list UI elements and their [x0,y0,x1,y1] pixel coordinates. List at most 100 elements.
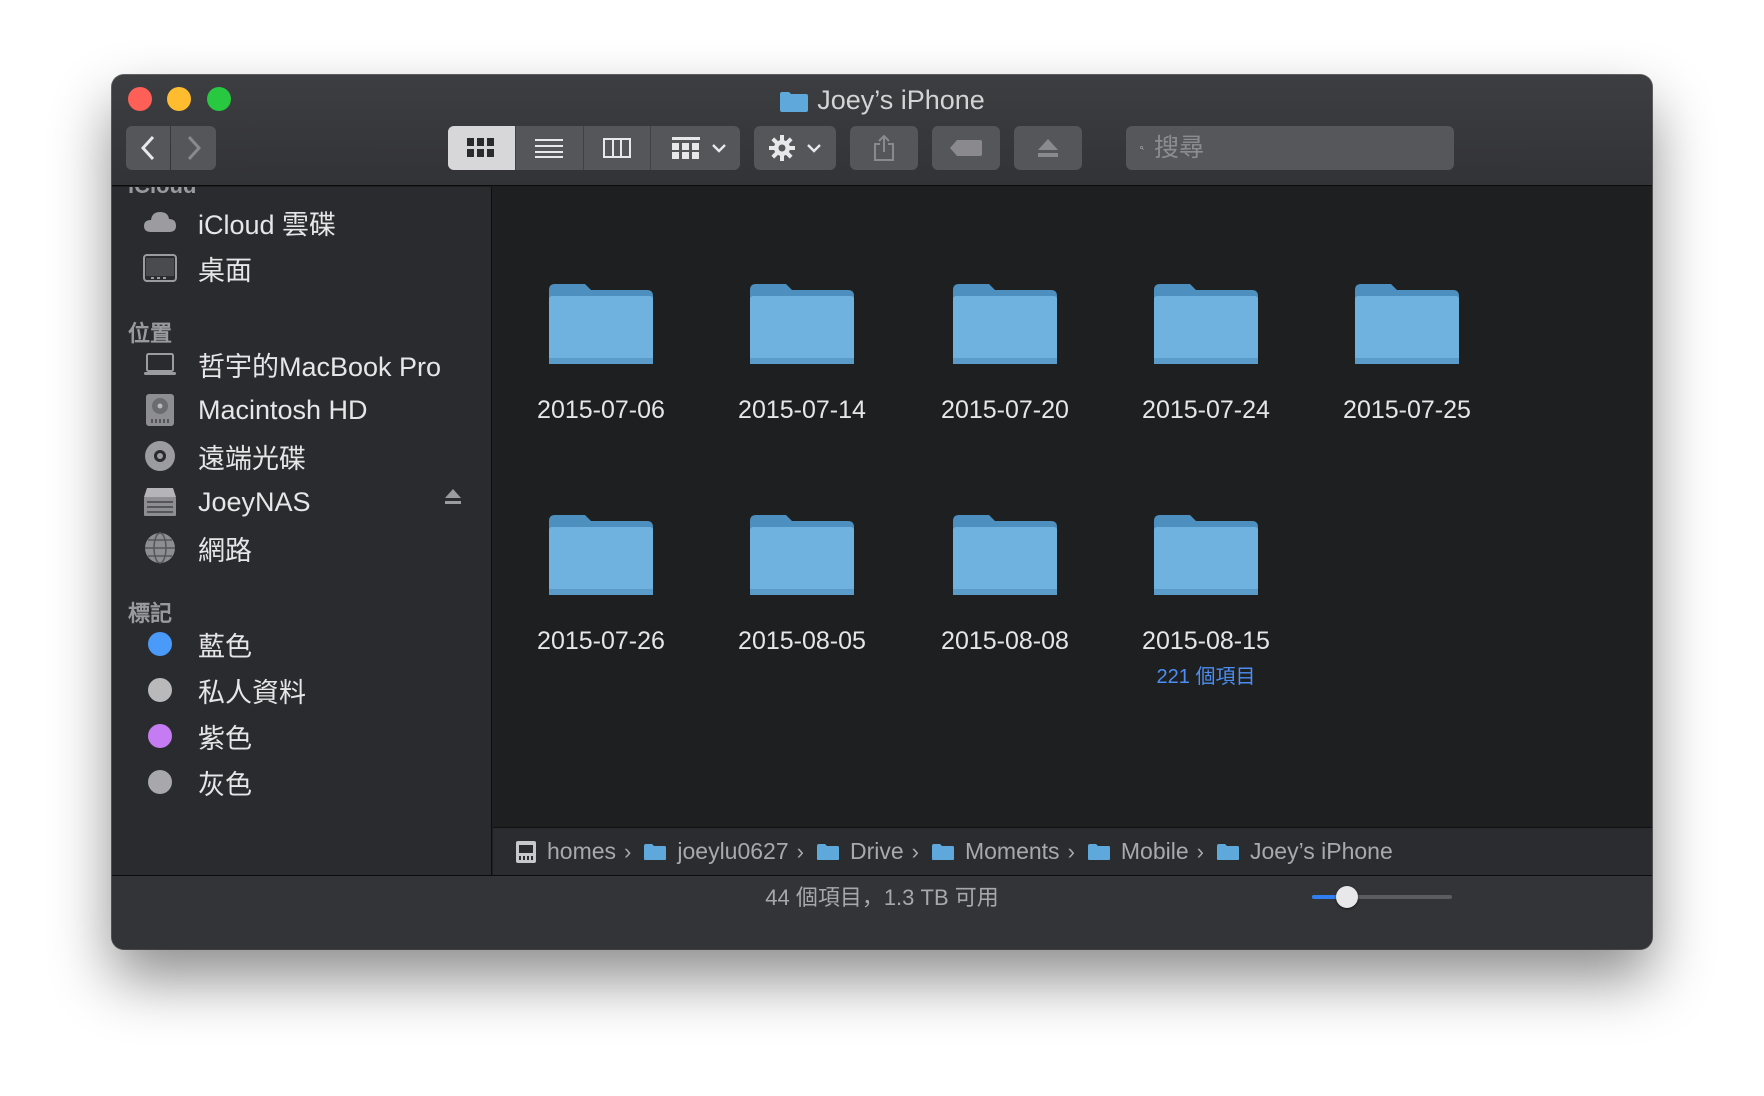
folder-item[interactable]: 2015-06-29 [501,187,701,194]
path-crumb[interactable]: joeylu0627 › [643,838,816,865]
sidebar-item-network[interactable]: 網路 [142,526,482,570]
folder-item[interactable]: 2015-08-05 [702,511,902,656]
eject-icon[interactable] [444,488,462,510]
path-crumb[interactable]: Moments › [931,838,1087,865]
path-crumb-label: Moments [964,838,1060,864]
folder-item[interactable]: 2015-07-26 [501,511,701,656]
toolbar: Joey’s iPhone [112,75,1652,186]
path-crumb[interactable]: Mobile › [1087,838,1216,865]
sidebar-item-joeynas[interactable]: JoeyNAS [142,480,482,524]
folder-name: 2015-07-14 [738,396,866,424]
folder-icon [750,284,854,364]
folder-icon [750,515,854,595]
eject-icon [1038,139,1058,157]
folder-name: 2015-08-15 [1142,627,1270,655]
window-title: Joey’s iPhone [112,81,1652,119]
hard-drive-icon [142,392,178,428]
sidebar-item-label: 私人資料 [198,677,306,708]
path-crumb[interactable]: Joey’s iPhone [1216,838,1393,865]
folder-icon [644,843,667,860]
column-view-button[interactable] [584,126,652,170]
purple-tag-dot-icon [148,724,172,748]
path-crumb-label: joeylu0627 [677,838,789,864]
sidebar-item-desktop[interactable]: 桌面 [142,246,482,290]
folder-name: 2015-08-05 [738,627,866,655]
status-bar: 44 個項目，1.3 TB 可用 [112,875,1652,949]
sidebar-item-label: 網路 [198,535,252,566]
share-icon [874,134,894,161]
network-globe-icon [142,530,178,566]
folder-icon [549,284,653,364]
folder-icon [1154,515,1258,595]
folder-item[interactable]: 2015-08-08 [905,511,1105,656]
sidebar-item-macintosh-hd[interactable]: Macintosh HD [142,388,482,432]
desktop-icon [142,250,178,286]
sidebar-item-label: 灰色 [198,769,252,800]
folder-name: 2015-07-25 [1343,396,1471,424]
icon-view-button[interactable] [448,126,516,170]
icon-size-slider[interactable] [1312,886,1452,908]
path-crumb-label: Drive [849,838,904,864]
group-by-button[interactable] [658,126,740,170]
chevron-right-icon: › [796,838,804,864]
chevron-down-icon [807,144,821,153]
folder-item[interactable]: 2015-07-24 [1106,280,1306,425]
search-icon [1140,146,1144,150]
sidebar-item-macbook[interactable]: 哲宇的MacBook Pro [142,342,482,386]
sidebar-item-label: 哲宇的MacBook Pro [198,351,442,382]
folder-item[interactable]: 2015-07-02 [905,187,1105,194]
eject-button[interactable] [1014,126,1082,170]
folder-item[interactable]: 2015-07-14 [702,280,902,425]
folder-name: 2015-07-03 [1106,187,1306,194]
file-grid: 2015-06-292015-06-302015-07-022015-07-03… [493,187,1652,827]
chevron-right-icon [187,135,201,161]
folder-item[interactable]: 2015-08-15 221 個項目 [1106,511,1306,689]
cloud-icon [142,204,178,240]
share-button[interactable] [850,126,918,170]
sidebar-tag-private[interactable]: 私人資料 [142,668,482,712]
window-title-text: Joey’s iPhone [817,85,985,115]
folder-name: 2015-07-04 [1307,187,1507,194]
sidebar-item-remote-disc[interactable]: 遠端光碟 [142,434,482,478]
sidebar-item-icloud-drive[interactable]: iCloud 雲碟 [142,200,482,244]
folder-name: 2015-07-06 [537,396,665,424]
finder-window: Joey’s iPhone 搜尋 iCloud 雲碟 桌面 位置 哲宇的MacB… [112,75,1652,949]
folder-icon [931,843,954,860]
search-input[interactable] [1154,133,1454,163]
chevron-down-icon [712,144,726,153]
forward-button[interactable] [171,126,216,170]
chevron-right-icon: › [1067,838,1075,864]
folder-item[interactable]: 2015-07-03 [1106,187,1306,194]
blue-tag-dot-icon [148,632,172,656]
sidebar-tag-purple[interactable]: 紫色 [142,714,482,758]
sidebar-item-label: 遠端光碟 [198,443,306,474]
slider-knob[interactable] [1336,886,1358,908]
path-crumb[interactable]: homes › [515,838,643,865]
chevron-left-icon [140,135,155,161]
folder-item[interactable]: 2015-07-06 [501,280,701,425]
path-crumb[interactable]: Drive › [816,838,931,865]
folder-item[interactable]: 2015-07-04 [1307,187,1507,194]
columns-icon [602,138,631,158]
action-menu-button[interactable] [754,126,836,170]
tag-button[interactable] [932,126,1000,170]
folder-item[interactable]: 2015-07-25 [1307,280,1507,425]
sidebar-tag-blue[interactable]: 藍色 [142,622,482,666]
group-grid-icon [672,137,700,159]
list-view-button[interactable] [516,126,584,170]
back-button[interactable] [126,126,170,170]
folder-item[interactable]: 2015-06-30 [702,187,902,194]
sidebar-tag-gray[interactable]: 灰色 [142,760,482,804]
chevron-right-icon: › [1196,838,1204,864]
tag-icon [950,140,982,156]
folder-icon [953,515,1057,595]
folder-item[interactable]: 2015-07-20 [905,280,1105,425]
optical-disc-icon [142,438,178,474]
folder-icon [780,92,809,112]
folder-icon [1154,284,1258,364]
gray-tag-dot-icon [148,678,172,702]
sidebar-item-label: JoeyNAS [198,486,311,517]
chevron-right-icon: › [624,838,632,864]
search-field[interactable] [1126,126,1454,170]
folder-name: 2015-06-29 [501,187,701,194]
